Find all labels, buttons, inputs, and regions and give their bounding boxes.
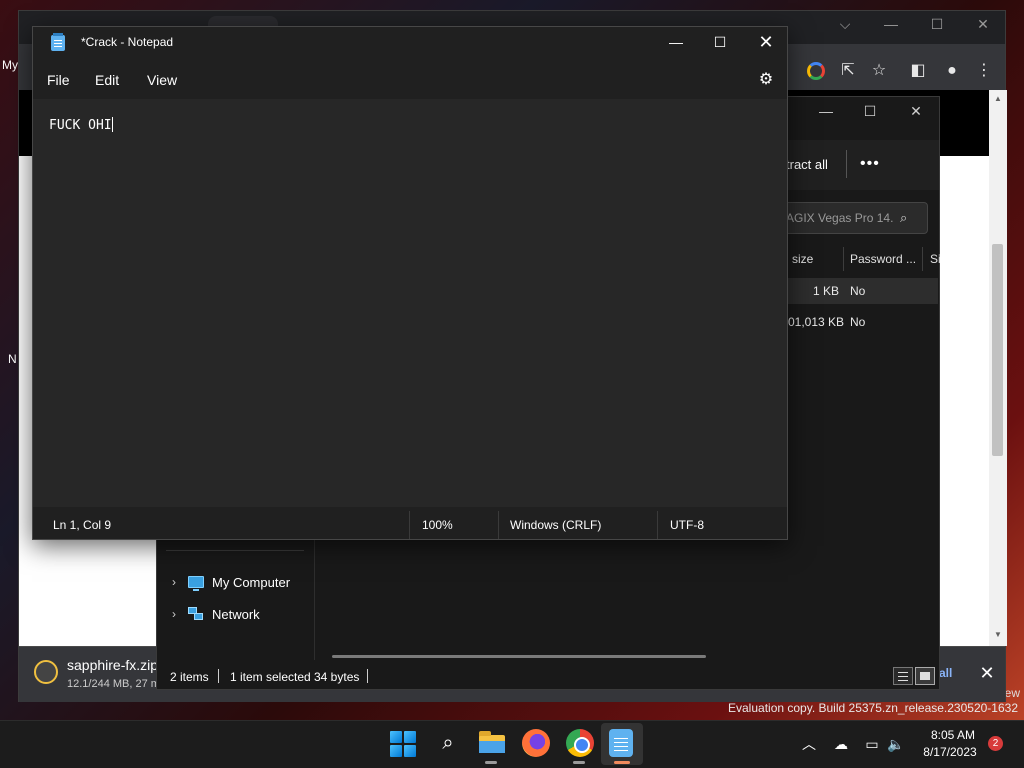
menu-file[interactable]: File [47,72,70,88]
search-icon[interactable]: ⌕ [434,729,462,757]
zoom-level: 100% [422,518,453,532]
running-indicator [573,761,585,764]
clock-time[interactable]: 8:05 AM [924,728,982,742]
download-status: 12.1/244 MB, 27 min [67,678,157,690]
close-button[interactable]: ✕ [743,27,789,57]
menu-view[interactable]: View [147,72,177,88]
clock-date[interactable]: 8/17/2023 [918,745,982,759]
download-filename[interactable]: sapphire-fx.zip [67,657,158,673]
status-item-count: 2 items [170,670,209,684]
cursor-position: Ln 1, Col 9 [53,518,112,532]
menu-edit[interactable]: Edit [95,72,119,88]
network-icon [188,607,204,621]
row-password-cell: No [850,315,866,329]
chevron-right-icon[interactable]: › [168,575,180,589]
status-divider [218,669,219,683]
column-divider[interactable] [843,247,844,271]
column-header-password[interactable]: Password ... [850,252,916,266]
running-indicator [485,761,497,764]
document-content[interactable]: FUCK OHI [49,117,113,133]
row-size-cell: 01,013 KB [788,315,845,329]
desktop-icon-label: My [2,58,18,72]
extract-all-button[interactable]: tract all [786,157,828,172]
scroll-down-icon[interactable]: ▼ [992,630,1004,640]
column-header-size-2[interactable]: Si [930,252,940,266]
close-download-bar-button[interactable]: ✕ [977,663,997,683]
window-title: *Crack - Notepad [81,35,174,49]
nav-item-network[interactable]: › Network [168,603,260,625]
network-icon[interactable]: ▭ [862,734,882,754]
large-icons-view-button[interactable] [915,667,935,685]
status-size: 34 bytes [314,670,360,684]
row-size-cell: 1 KB [813,284,840,298]
chrome-maximize-button[interactable]: ☐ [914,12,960,38]
column-divider[interactable] [922,247,923,271]
status-selection: 1 item selected [230,670,311,684]
menu-icon[interactable]: ⋮ [972,59,996,83]
star-icon[interactable]: ☆ [867,59,891,83]
chevron-up-icon[interactable]: ︿ [799,734,819,754]
notification-badge[interactable]: 2 [988,736,1003,751]
line-ending: Windows (CRLF) [510,518,602,532]
desktop-icon-label-2: N [8,352,17,366]
chrome-close-button[interactable]: ✕ [960,12,1006,38]
status-divider [409,511,410,539]
start-icon[interactable] [390,731,416,757]
search-icon[interactable]: ⌕ [900,210,907,226]
explorer-navigation-pane [157,540,315,660]
row-password-cell: No [850,284,866,298]
maximize-button[interactable]: ☐ [697,27,743,57]
status-divider [498,511,499,539]
nav-item-my-computer[interactable]: › My Computer [168,571,290,593]
computer-icon [188,576,204,591]
profile-icon[interactable]: ● [940,59,964,83]
scroll-up-icon[interactable]: ▲ [992,94,1004,104]
evaluation-watermark: Evaluation copy. Build 25375.zn_release.… [728,701,1018,715]
column-header-size[interactable]: size [792,252,813,266]
toolbar-divider [846,150,847,178]
file-explorer-icon[interactable] [478,729,506,757]
details-view-button[interactable] [893,667,913,685]
volume-icon[interactable]: 🔈 [886,734,906,754]
encoding: UTF-8 [670,518,704,532]
more-options-button[interactable]: ••• [860,155,880,173]
notepad-icon[interactable] [609,729,633,757]
text-caret [111,117,113,132]
onedrive-offline-icon[interactable]: ☁ [831,734,851,754]
chrome-scrollbar-thumb[interactable] [992,244,1003,456]
status-divider [367,669,368,683]
explorer-minimize-button[interactable]: — [806,100,846,122]
minimize-button[interactable]: — [653,27,699,57]
share-icon[interactable]: ⇱ [836,59,860,83]
active-indicator [614,761,630,764]
nav-item-label: My Computer [212,574,291,590]
zip-file-icon[interactable] [34,660,58,684]
desktop-text-fragment: ew [1004,686,1020,700]
notepad-app-icon [51,33,65,51]
notepad-text-area[interactable] [33,99,787,507]
gear-icon[interactable]: ⚙ [756,70,776,90]
firefox-icon[interactable] [522,729,550,757]
horizontal-scrollbar[interactable] [332,655,706,658]
show-all-downloads-link[interactable]: all [939,666,952,680]
sidebar-icon[interactable]: ◧ [906,59,930,83]
chrome-minimize-button[interactable]: — [868,12,914,38]
status-divider [657,511,658,539]
document-text[interactable]: FUCK OHI [49,118,112,133]
chrome-icon[interactable] [566,729,594,757]
google-icon[interactable] [807,62,825,80]
nav-divider [166,550,304,551]
nav-item-label: Network [212,606,260,622]
explorer-close-button[interactable]: ✕ [896,100,936,122]
notepad-window: *Crack - Notepad — ☐ ✕ File Edit View ⚙ … [32,26,788,540]
explorer-search-placeholder[interactable]: AGIX Vegas Pro 14... [786,211,894,225]
explorer-maximize-button[interactable]: ☐ [850,100,890,122]
chrome-tab-search-icon[interactable]: ⌵ [822,12,868,38]
chevron-right-icon[interactable]: › [168,607,180,621]
